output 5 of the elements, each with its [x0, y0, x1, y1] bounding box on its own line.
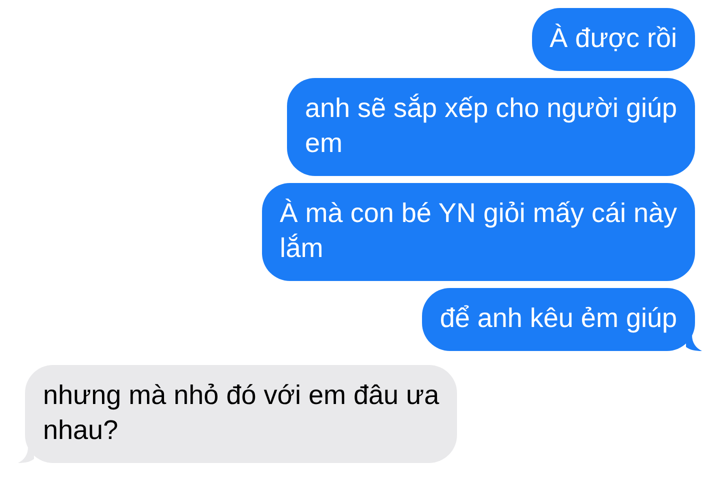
sent-message-bubble: À mà con bé YN giỏi mấy cái này lắm — [262, 183, 695, 281]
sent-message-bubble: À được rồi — [532, 8, 695, 71]
received-message-bubble: nhưng mà nhỏ đó với em đâu ưa nhau? — [25, 365, 458, 463]
sent-message-bubble: để anh kêu ẻm giúp — [422, 288, 695, 351]
sent-message-bubble: anh sẽ sắp xếp cho người giúp em — [286, 78, 695, 176]
